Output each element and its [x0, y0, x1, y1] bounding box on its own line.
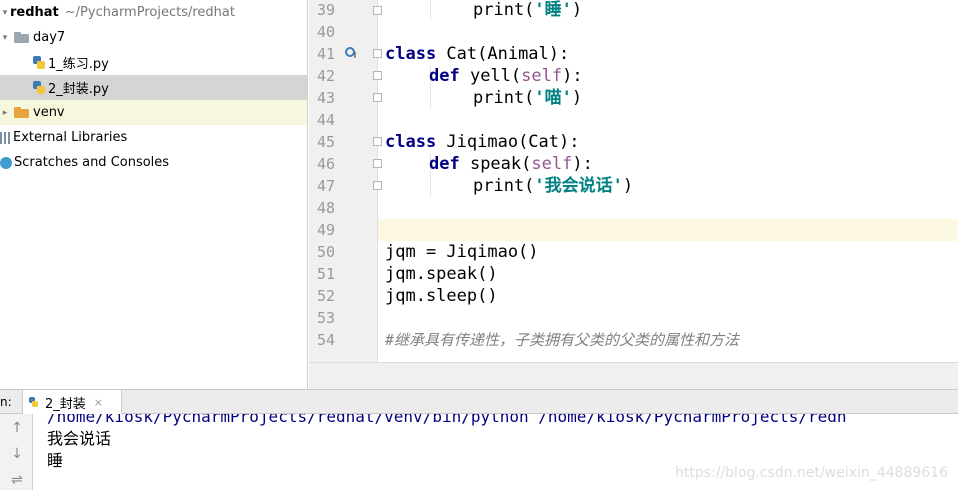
tree-file-2-label: 2_封装.py: [48, 82, 109, 97]
chevron-right-icon[interactable]: ▸: [0, 108, 10, 118]
console-command-line: /home/kiosk/PycharmProjects/redhat/venv/…: [47, 414, 847, 426]
console-output-line: 我会说话: [47, 429, 112, 448]
code-line-43: print('喵'): [473, 88, 583, 108]
code-line-54-comment: #继承具有传递性，子类拥有父类的父类的属性和方法: [385, 331, 740, 349]
python-file-icon: [33, 80, 45, 95]
line-number: 52: [316, 287, 335, 305]
run-tool-header: n: 2_封装 ×: [0, 389, 958, 414]
chevron-down-icon[interactable]: ▾: [0, 8, 10, 18]
arrow-down-icon[interactable]: ↓: [9, 446, 25, 462]
line-number: 46: [316, 155, 335, 173]
tree-external-libraries-label: External Libraries: [13, 130, 128, 145]
soft-wrap-icon[interactable]: ⇌: [9, 472, 25, 488]
close-icon[interactable]: ×: [94, 396, 103, 409]
line-number: 54: [316, 331, 335, 349]
tree-scratches-label: Scratches and Consoles: [14, 155, 170, 170]
tree-file-2[interactable]: 2_封装.py: [0, 75, 307, 100]
console-output-line: 睡: [47, 451, 64, 470]
line-number: 47: [316, 177, 335, 195]
code-line-41: class Cat(Animal):: [385, 44, 570, 64]
code-line-47: print('我会说话'): [473, 176, 634, 196]
line-number: 43: [316, 89, 335, 107]
run-label: n:: [0, 395, 12, 409]
tree-external-libraries[interactable]: External Libraries: [0, 125, 307, 150]
tree-folder-day7[interactable]: ▾ day7: [0, 25, 307, 50]
tree-file-1[interactable]: 1_练习.py: [0, 50, 307, 75]
scratches-icon: [0, 156, 12, 169]
code-line-51: jqm.speak(): [385, 264, 498, 284]
code-editor[interactable]: 39 40 41 42 43 44 45 46 47 48 49 50 51 5…: [309, 0, 958, 362]
python-file-icon: [33, 55, 45, 70]
run-toolbar: ↑ ↓ ⇌: [0, 414, 33, 490]
python-file-icon: [29, 396, 39, 408]
line-number: 50: [316, 243, 335, 261]
breakpoint-override-icon[interactable]: [345, 47, 357, 59]
line-number: 40: [316, 23, 335, 41]
line-number: 45: [316, 133, 335, 151]
line-number: 51: [316, 265, 335, 283]
watermark: https://blog.csdn.net/weixin_44889616: [674, 465, 948, 481]
editor-bottom-area: [309, 362, 958, 389]
line-number: 44: [316, 111, 335, 129]
indent-guide: [430, 0, 431, 20]
code-line-50: jqm = Jiqimao(): [385, 242, 539, 262]
code-line-46: def speak(self):: [429, 154, 593, 174]
tree-scratches[interactable]: Scratches and Consoles: [0, 150, 307, 175]
tree-root-path: ~/PycharmProjects/redhat: [64, 5, 235, 20]
line-number: 41: [316, 45, 335, 63]
line-number: 39: [316, 1, 335, 19]
editor-gutter[interactable]: 39 40 41 42 43 44 45 46 47 48 49 50 51 5…: [309, 0, 382, 362]
tree-root-label: redhat: [10, 5, 59, 20]
line-number: 48: [316, 199, 335, 217]
code-line-45: class Jiqimao(Cat):: [385, 132, 580, 152]
folder-icon: [14, 107, 29, 118]
line-number: 42: [316, 67, 335, 85]
tree-root-redhat[interactable]: ▾ redhat ~/PycharmProjects/redhat: [0, 0, 307, 25]
code-line-52: jqm.sleep(): [385, 286, 498, 306]
line-number: 53: [316, 309, 335, 327]
line-number: 49: [316, 221, 335, 239]
code-line-39: print('睡'): [473, 0, 583, 20]
code-line-42: def yell(self):: [429, 66, 583, 86]
library-icon: [0, 131, 10, 144]
arrow-up-icon[interactable]: ↑: [9, 420, 25, 436]
run-console[interactable]: /home/kiosk/PycharmProjects/redhat/venv/…: [34, 414, 958, 490]
run-tab[interactable]: 2_封装 ×: [22, 390, 122, 414]
chevron-down-icon[interactable]: ▾: [0, 33, 10, 43]
tree-folder-day7-label: day7: [33, 30, 66, 45]
tree-folder-venv[interactable]: ▸ venv: [0, 100, 307, 125]
code-area[interactable]: print('睡') class Cat(Animal): def yell(s…: [378, 0, 958, 362]
run-tab-label: 2_封装: [45, 396, 86, 412]
project-tool-window: ▾ redhat ~/PycharmProjects/redhat ▾ day7…: [0, 0, 308, 389]
tree-file-1-label: 1_练习.py: [48, 57, 109, 72]
caret-line-highlight: [378, 219, 958, 241]
folder-icon: [14, 32, 29, 43]
tree-folder-venv-label: venv: [33, 105, 65, 120]
